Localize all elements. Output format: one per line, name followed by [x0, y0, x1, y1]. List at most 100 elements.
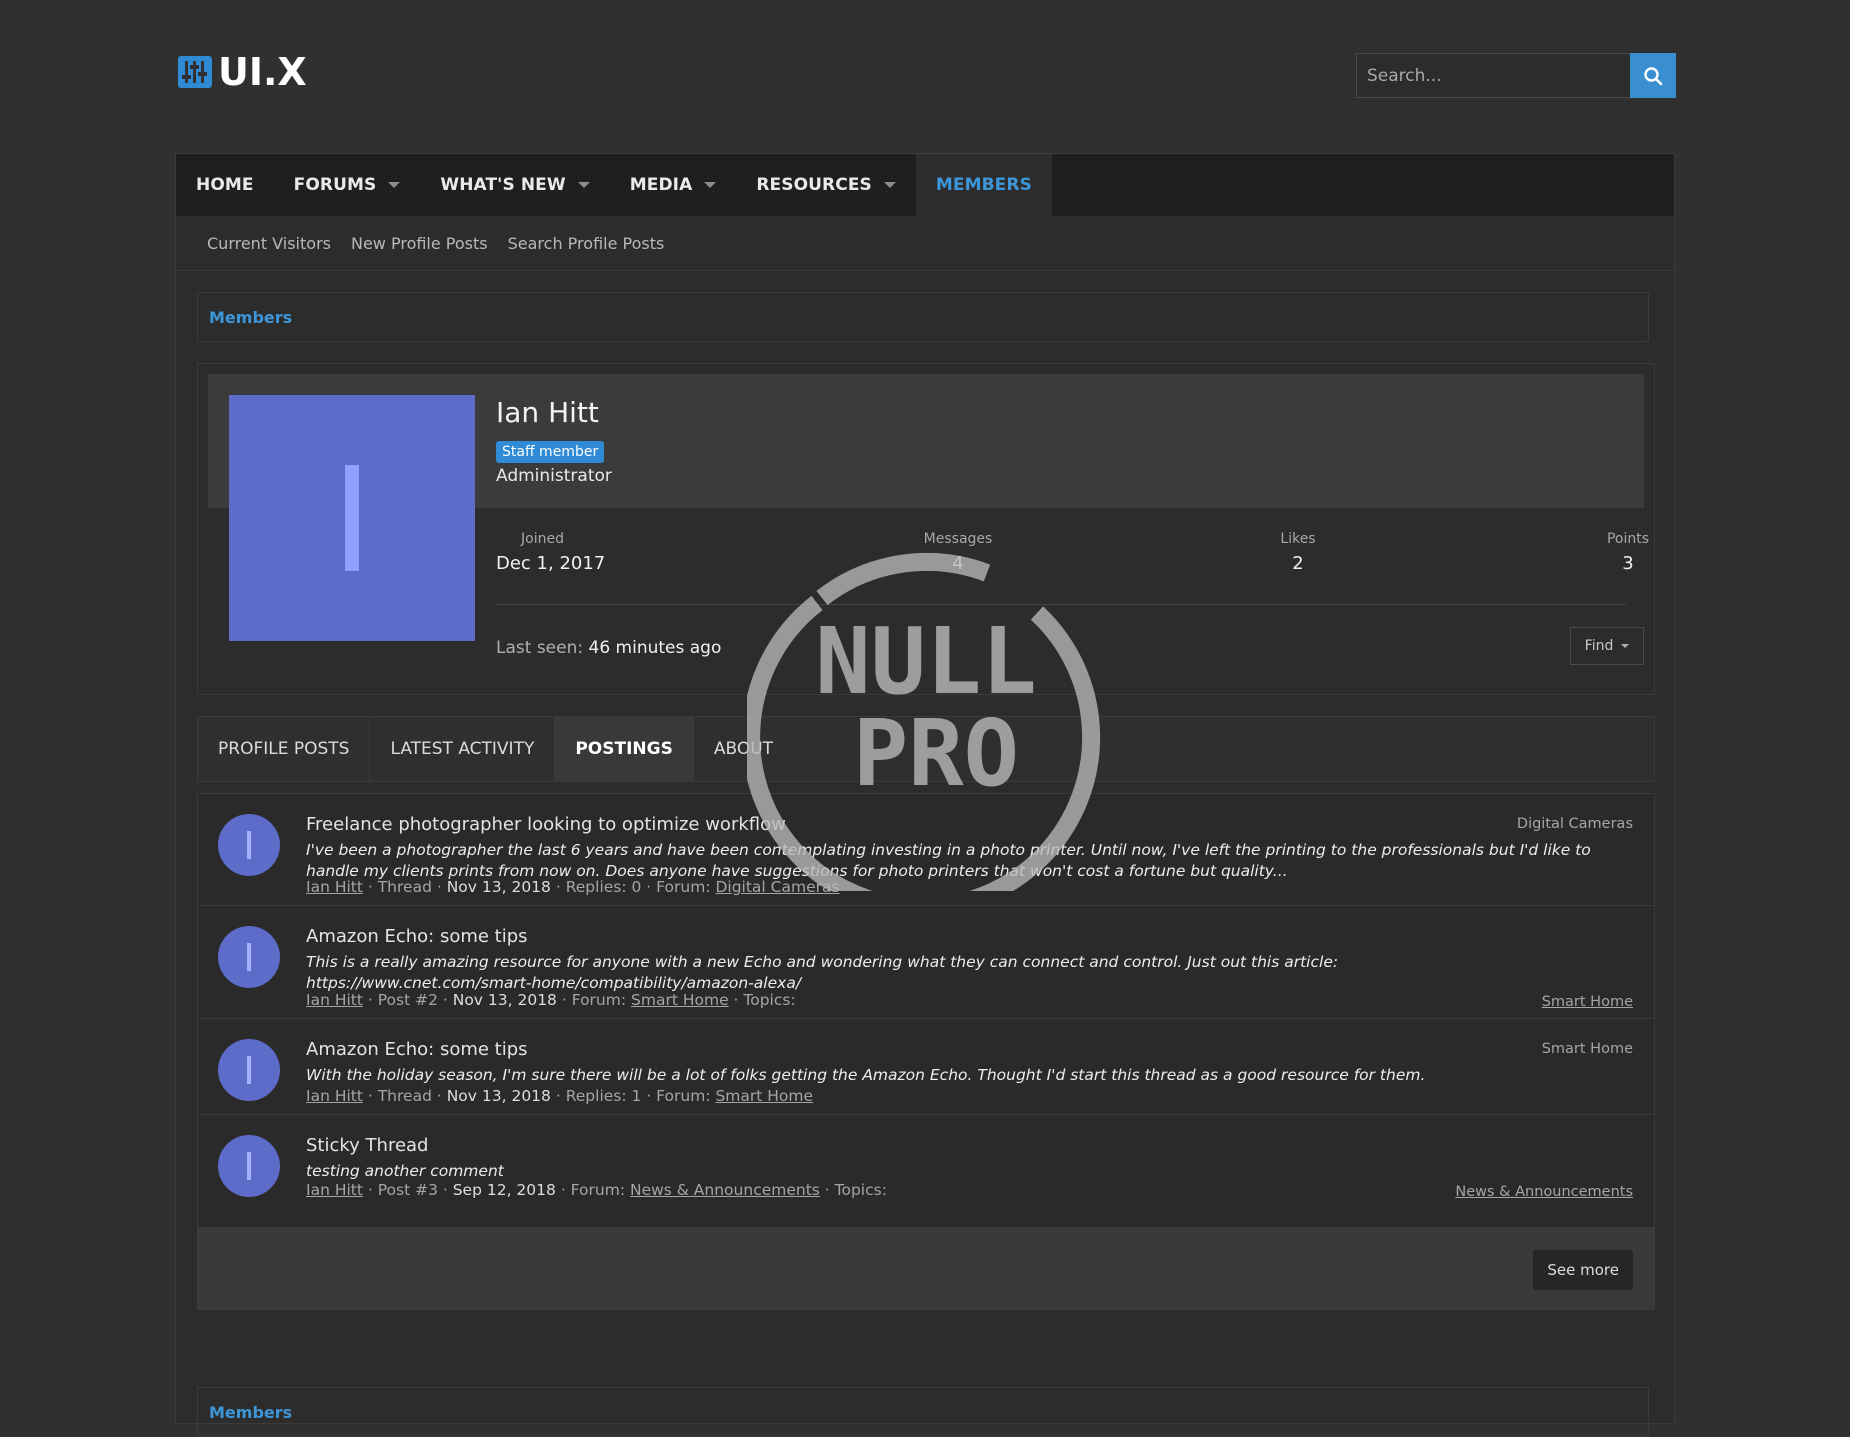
last-seen-value: 46 minutes ago — [588, 638, 722, 658]
post-snippet: testing another comment — [306, 1162, 504, 1180]
avatar[interactable] — [218, 1039, 280, 1101]
list-item: Amazon Echo: some tips With the holiday … — [198, 1019, 1654, 1115]
nav-home[interactable]: HOME — [176, 154, 274, 216]
find-label: Find — [1584, 638, 1614, 654]
tab-profile-posts[interactable]: PROFILE POSTS — [198, 717, 371, 781]
subnav-search-profile-posts[interactable]: Search Profile Posts — [508, 234, 665, 253]
author-link[interactable]: Ian Hitt — [306, 991, 363, 1009]
search-button[interactable] — [1630, 53, 1676, 98]
divider — [496, 604, 1626, 605]
post-type: Thread — [377, 1087, 432, 1105]
stat-joined-label: Joined — [521, 531, 564, 547]
author-link[interactable]: Ian Hitt — [306, 1087, 363, 1105]
avatar-letter — [247, 831, 251, 859]
stat-points-value[interactable]: 3 — [1598, 553, 1658, 574]
see-more-button[interactable]: See more — [1533, 1250, 1633, 1290]
forum-label: Forum: — [656, 878, 711, 896]
subnav-new-profile-posts[interactable]: New Profile Posts — [351, 234, 488, 253]
staff-badge: Staff member — [496, 441, 605, 463]
postings-footer: See more — [198, 1228, 1654, 1310]
stat-points: Points 3 — [1598, 531, 1658, 574]
post-title[interactable]: Sticky Thread — [306, 1135, 428, 1156]
breadcrumb-bottom: Members — [197, 1387, 1649, 1437]
stat-messages-label: Messages — [923, 531, 993, 547]
forum-link[interactable]: Digital Cameras — [715, 878, 839, 896]
chevron-down-icon[interactable] — [577, 182, 590, 188]
site-logo[interactable]: UI.X — [178, 50, 307, 94]
post-type: Post #3 — [377, 1181, 438, 1199]
avatar-letter — [247, 943, 251, 971]
post-replies: Replies: 1 — [565, 1087, 642, 1105]
post-date: Nov 13, 2018 — [446, 878, 551, 896]
forum-tag: Digital Cameras — [1516, 816, 1633, 832]
logo-text: UI.X — [218, 50, 307, 94]
topic-link[interactable]: Smart Home — [1542, 994, 1633, 1010]
avatar[interactable] — [218, 814, 280, 876]
post-title[interactable]: Amazon Echo: some tips — [306, 926, 528, 947]
sub-nav: Current Visitors New Profile Posts Searc… — [176, 216, 1674, 271]
post-title[interactable]: Amazon Echo: some tips — [306, 1039, 528, 1060]
stat-likes: Likes 2 — [1268, 531, 1328, 574]
avatar-letter — [247, 1056, 251, 1084]
forum-link[interactable]: Smart Home — [631, 991, 729, 1009]
post-date: Sep 12, 2018 — [452, 1181, 556, 1199]
nav-resources[interactable]: RESOURCES — [736, 154, 916, 216]
post-date: Nov 13, 2018 — [446, 1087, 551, 1105]
chevron-down-icon — [1621, 644, 1630, 648]
post-date: Nov 13, 2018 — [452, 991, 557, 1009]
main-nav: HOME FORUMS WHAT'S NEW MEDIA RESOURCES M… — [176, 154, 1674, 216]
nav-resources-label: RESOURCES — [756, 175, 872, 195]
avatar[interactable] — [218, 1135, 280, 1197]
profile-tabs: PROFILE POSTS LATEST ACTIVITY POSTINGS A… — [197, 716, 1655, 782]
topics-label: Topics: — [743, 991, 796, 1009]
tab-postings[interactable]: POSTINGS — [555, 717, 694, 781]
post-title[interactable]: Freelance photographer looking to optimi… — [306, 814, 786, 835]
forum-label: Forum: — [570, 1181, 626, 1199]
stat-points-label: Points — [1606, 531, 1650, 547]
last-seen: Last seen: 46 minutes ago — [496, 638, 721, 658]
search-input[interactable] — [1356, 53, 1630, 98]
topics-label: Topics: — [834, 1181, 887, 1199]
chevron-down-icon[interactable] — [883, 182, 896, 188]
topic-link[interactable]: News & Announcements — [1455, 1184, 1633, 1200]
chevron-down-icon[interactable] — [388, 182, 401, 188]
post-type: Thread — [377, 878, 432, 896]
list-item: Amazon Echo: some tips This is a really … — [198, 906, 1654, 1019]
chevron-down-icon[interactable] — [704, 182, 717, 188]
find-button[interactable]: Find — [1570, 627, 1644, 665]
nav-members[interactable]: MEMBERS — [915, 154, 1052, 216]
list-item: Freelance photographer looking to optimi… — [198, 794, 1654, 906]
nav-forums[interactable]: FORUMS — [274, 154, 421, 216]
nav-forums-label: FORUMS — [293, 175, 377, 195]
search-bar — [1356, 53, 1676, 98]
avatar[interactable] — [218, 926, 280, 988]
post-snippet: I've been a photographer the last 6 year… — [306, 841, 1591, 880]
logo-mixer-icon — [178, 56, 212, 88]
stat-messages-value[interactable]: 4 — [918, 553, 998, 574]
avatar-letter — [345, 465, 359, 571]
page-container: HOME FORUMS WHAT'S NEW MEDIA RESOURCES M… — [175, 153, 1675, 1437]
nav-media[interactable]: MEDIA — [610, 154, 737, 216]
breadcrumb-members[interactable]: Members — [209, 1403, 292, 1422]
postings-list: Freelance photographer looking to optimi… — [197, 793, 1655, 1310]
stat-likes-label: Likes — [1280, 531, 1316, 547]
post-meta: Ian Hitt · Thread · Nov 13, 2018 · Repli… — [306, 1087, 814, 1105]
nav-whats-new[interactable]: WHAT'S NEW — [420, 154, 609, 216]
username: Ian Hitt — [496, 396, 599, 429]
author-link[interactable]: Ian Hitt — [306, 1181, 363, 1199]
nav-whats-new-label: WHAT'S NEW — [440, 175, 566, 195]
author-link[interactable]: Ian Hitt — [306, 878, 363, 896]
subnav-current-visitors[interactable]: Current Visitors — [207, 234, 331, 253]
avatar[interactable] — [229, 395, 475, 641]
stat-joined-value: Dec 1, 2017 — [496, 553, 606, 574]
forum-label: Forum: — [571, 991, 627, 1009]
post-snippet: This is a really amazing resource for an… — [306, 953, 1339, 992]
breadcrumb-members[interactable]: Members — [209, 308, 292, 327]
post-type: Post #2 — [377, 991, 438, 1009]
forum-link[interactable]: News & Announcements — [630, 1181, 820, 1199]
tab-latest-activity[interactable]: LATEST ACTIVITY — [370, 717, 556, 781]
tab-about[interactable]: ABOUT — [694, 717, 793, 781]
forum-label: Forum: — [656, 1087, 711, 1105]
forum-link[interactable]: Smart Home — [715, 1087, 813, 1105]
breadcrumb: Members — [197, 292, 1649, 342]
